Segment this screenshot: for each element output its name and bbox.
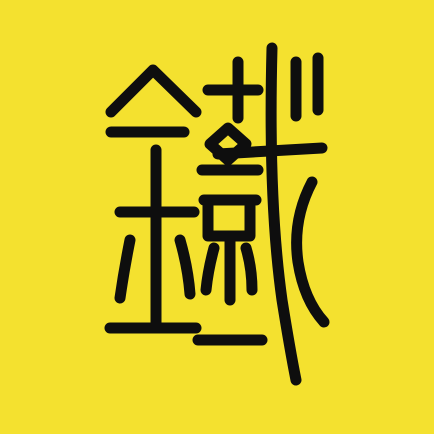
- app-icon[interactable]: 鐵: [0, 0, 434, 434]
- earth-right-dot-stroke: [240, 242, 258, 296]
- spear-bar-stroke: [212, 142, 328, 160]
- seal-character-tie-icon: 鐵: [0, 0, 434, 434]
- icon-background: [0, 0, 434, 434]
